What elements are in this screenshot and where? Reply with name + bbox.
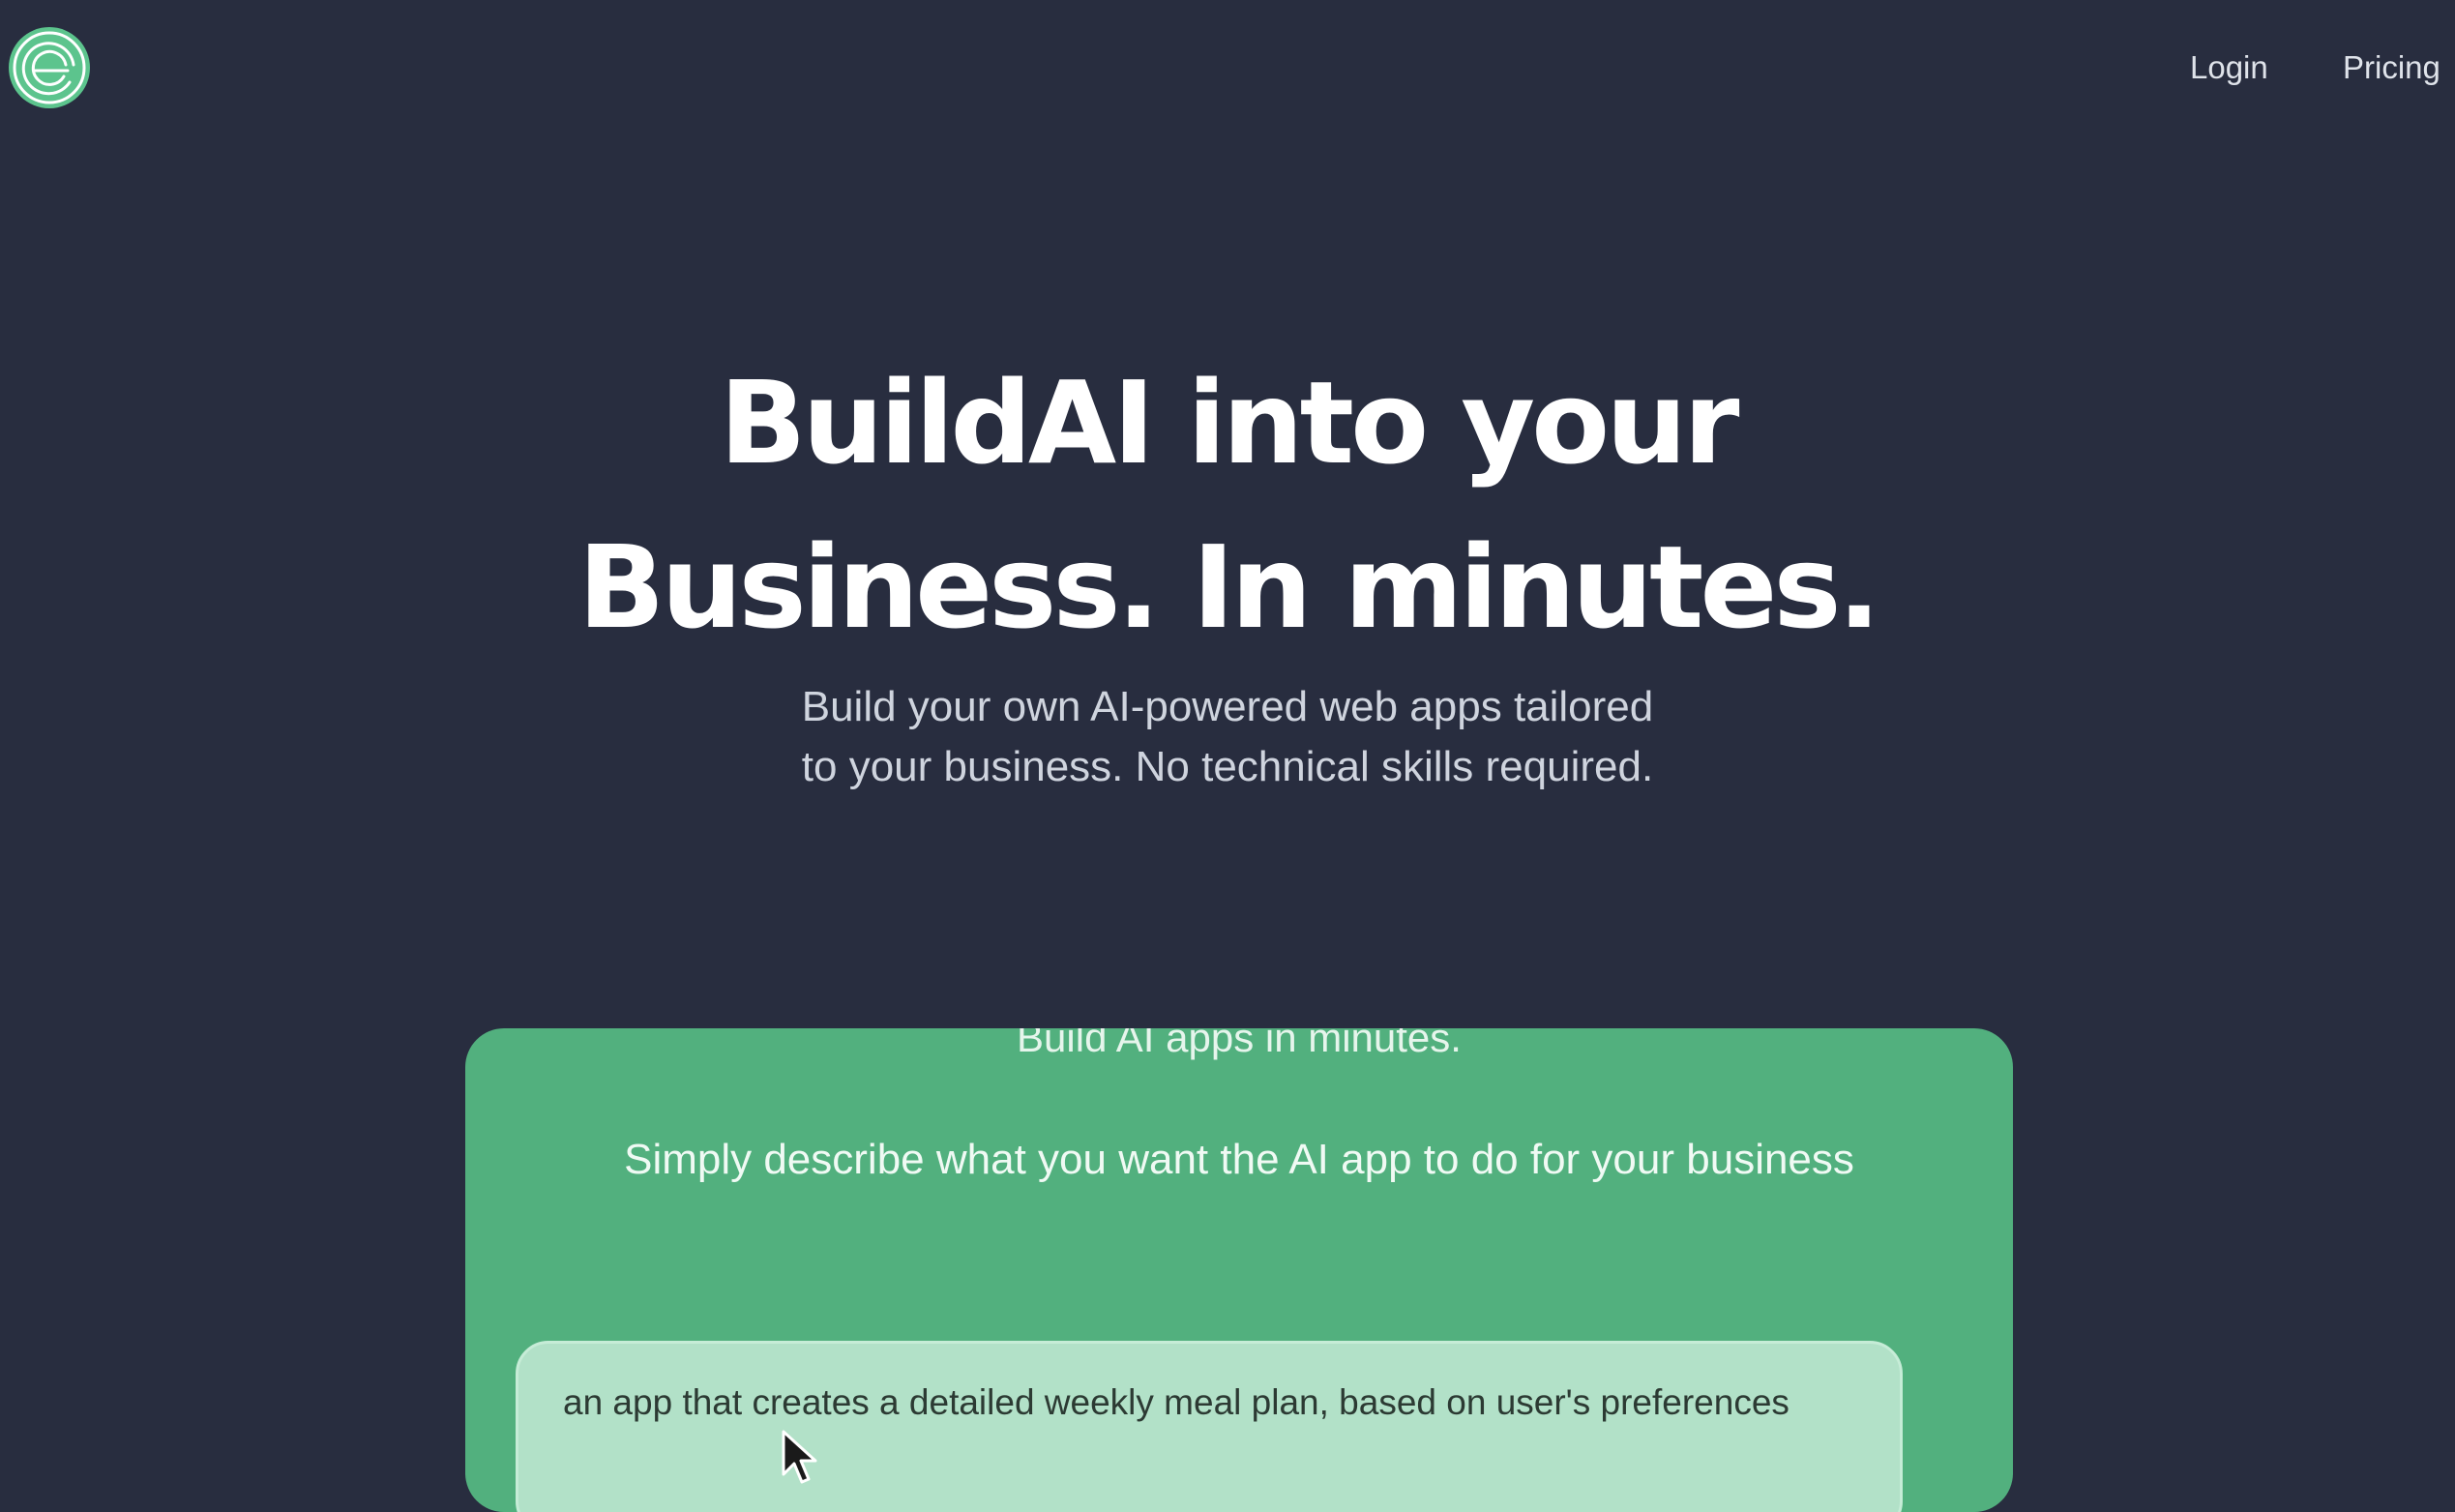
- hero-subtitle: Build your own AI-powered web apps tailo…: [0, 677, 2455, 797]
- demo-heading: Build AI apps in minutes.: [1017, 1028, 1462, 1060]
- demo-video-card: Build AI apps in minutes. Simply describ…: [465, 1028, 2013, 1512]
- buildai-logo-icon: [9, 27, 90, 108]
- login-link[interactable]: Login: [2190, 48, 2268, 87]
- hero-title: BuildAI into your Business. In minutes.: [0, 341, 2455, 669]
- mouse-pointer-icon: [781, 1430, 819, 1488]
- hero-subtitle-line-1: Build your own AI-powered web apps tailo…: [801, 683, 1654, 730]
- pricing-link[interactable]: Pricing: [2343, 48, 2440, 87]
- hero-title-line-1: BuildAI into your: [719, 356, 1740, 489]
- hero-title-line-2: Business. In minutes.: [577, 520, 1881, 654]
- hero-subtitle-line-2: to your business. No technical skills re…: [801, 743, 1654, 790]
- logo-icon[interactable]: [8, 26, 91, 109]
- demo-prompt-text: Simply describe what you want the AI app…: [624, 1136, 1854, 1183]
- app-description-input[interactable]: an app that creates a detailed weekly me…: [516, 1341, 1903, 1512]
- app-description-value: an app that creates a detailed weekly me…: [563, 1382, 1789, 1422]
